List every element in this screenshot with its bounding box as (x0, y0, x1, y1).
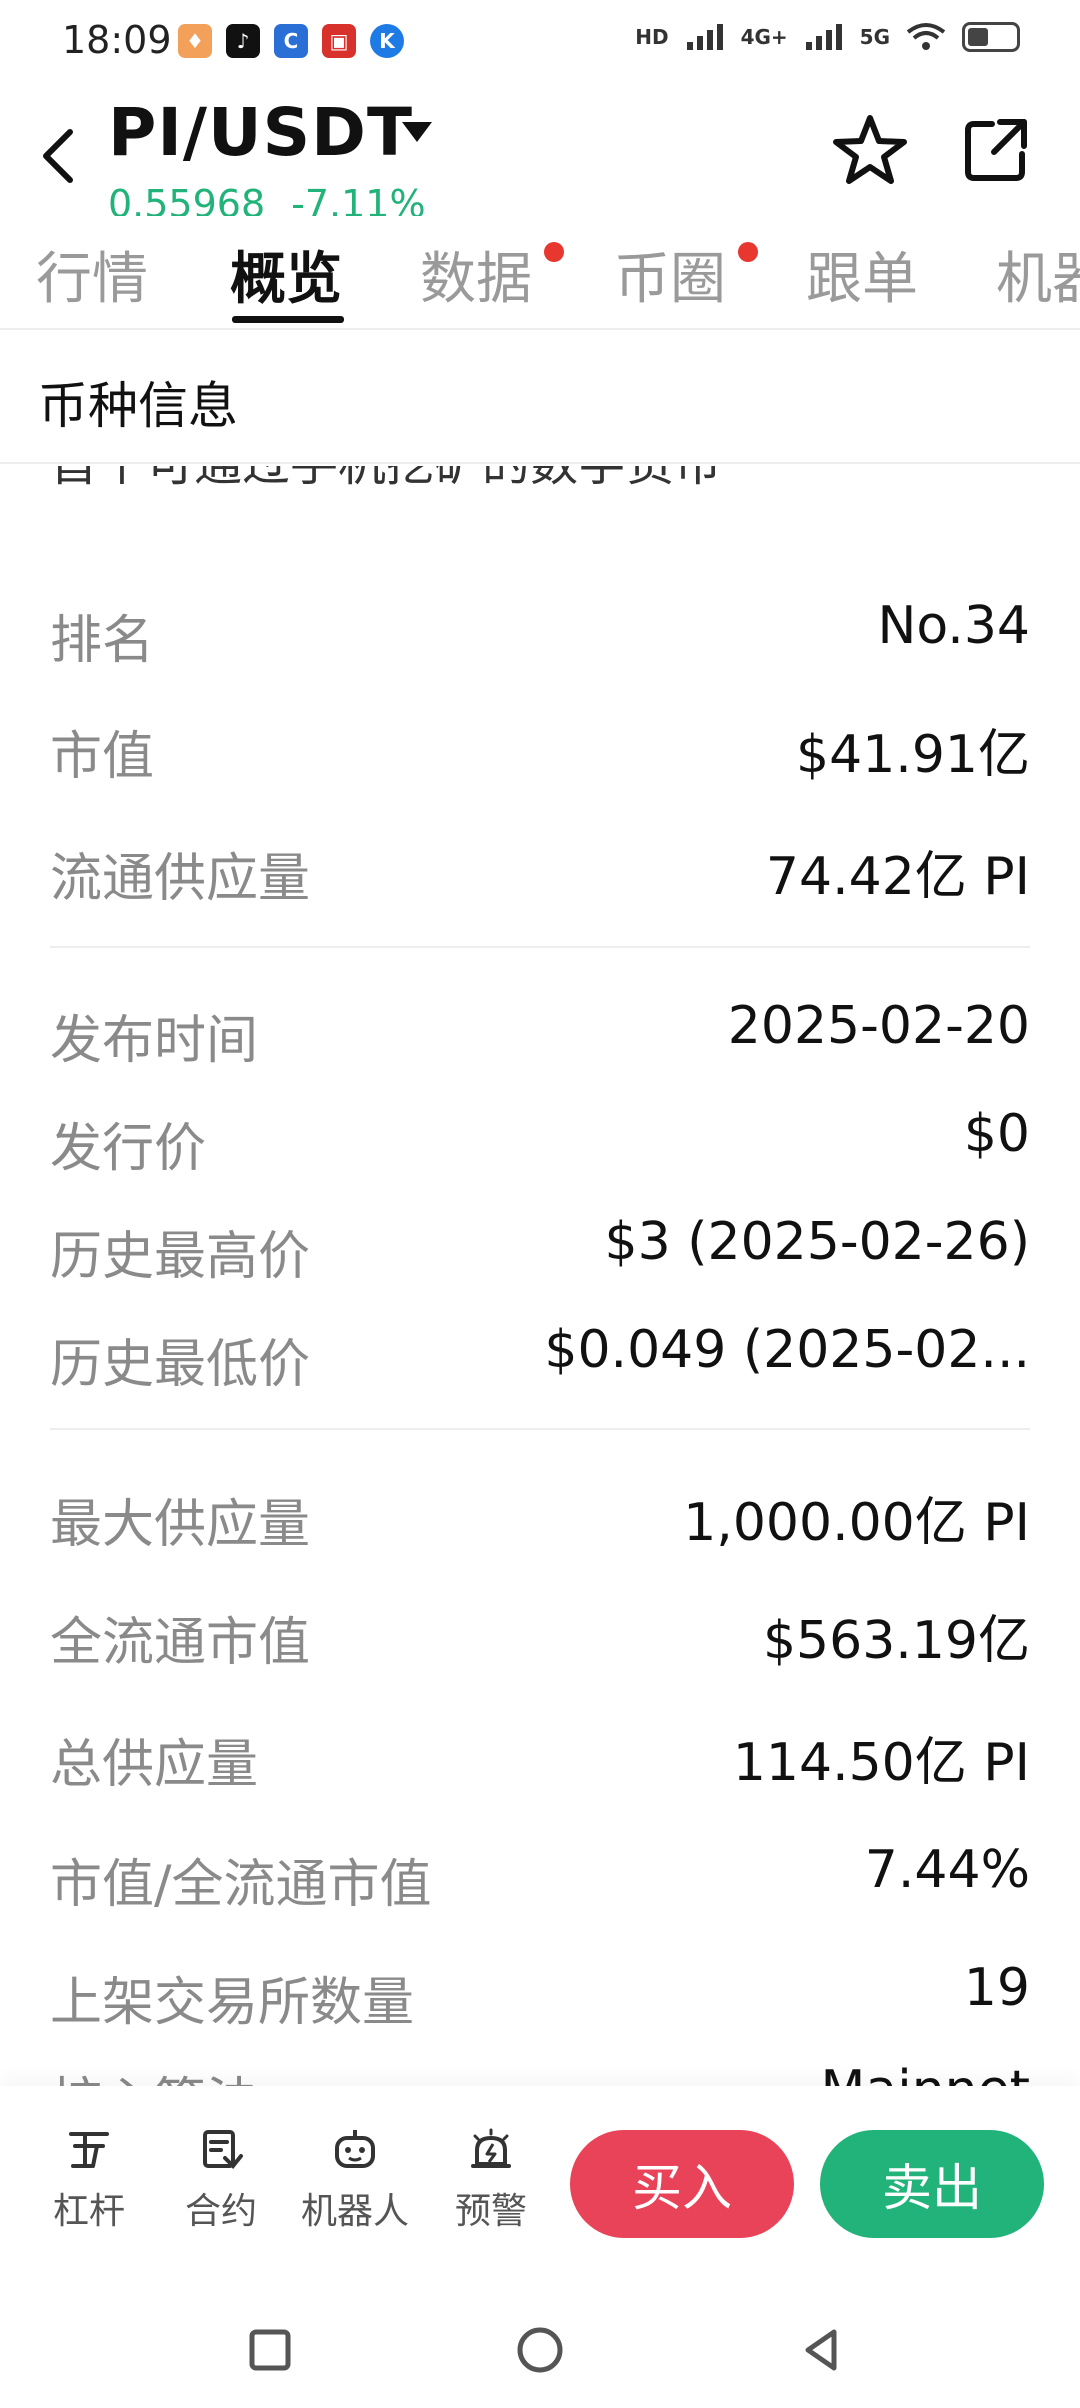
price-change: -7.11% (291, 182, 426, 216)
info-row-release-date: 发布时间 2025-02-20 (50, 984, 1030, 1071)
robot-icon (335, 2130, 375, 2168)
info-label: 总供应量 (50, 1735, 259, 1795)
star-icon[interactable] (830, 110, 910, 190)
wifi-icon (906, 23, 946, 50)
system-nav-bar (0, 2284, 1080, 2408)
leverage-icon (69, 2132, 109, 2168)
divider (50, 1428, 1030, 1430)
info-value: 1,000.00亿 PI (683, 1493, 1030, 1553)
status-app-icons: ♦ ♪ C ▣ K (178, 24, 404, 58)
battery-icon (962, 22, 1020, 52)
recent-apps-icon[interactable] (230, 2310, 310, 2390)
alarm-icon (471, 2128, 511, 2168)
info-label: 上架交易所数量 (50, 1973, 415, 2033)
tab-community[interactable]: 币圈 (614, 234, 726, 315)
info-value: 19 (963, 1958, 1030, 2018)
info-label: 全流通市值 (50, 1613, 311, 1673)
info-row-issue-price: 发行价 $0 (50, 1092, 1030, 1179)
contract-icon (203, 2130, 243, 2169)
info-label: 历史最低价 (50, 1335, 311, 1395)
tab-copy-trade[interactable]: 跟单 (806, 234, 918, 315)
price-line: 0.55968 -7.11% (108, 182, 452, 216)
info-value: No.34 (877, 596, 1031, 656)
info-label: 历史最高价 (50, 1227, 311, 1287)
info-label: 发行价 (50, 1119, 207, 1179)
last-price: 0.55968 (108, 182, 266, 216)
tab-bot[interactable]: 机器 (996, 234, 1080, 315)
info-value: $3 (2025-02-26) (604, 1212, 1030, 1272)
info-row-core-algorithm: 核心算法 Mainnet (50, 2060, 1030, 2086)
tab-community-badge (738, 242, 758, 262)
info-label: 最大供应量 (50, 1495, 311, 1555)
trade-toolbar: 杠杆 合约 机器人 预警 买入 卖出 (0, 2086, 1080, 2284)
tab-bar: 行情 概览 数据 币圈 跟单 机器 (0, 220, 1080, 330)
contract-label: 合约 (184, 2191, 257, 2232)
status-indicators: HD 4G+ 5G (635, 22, 1020, 52)
leverage-button[interactable]: 杠杆 (24, 2126, 154, 2256)
info-row-exchange-count: 上架交易所数量 19 (50, 1946, 1030, 2033)
info-value: 7.44% (864, 1840, 1030, 1900)
info-label: 排名 (50, 611, 155, 671)
info-row-fully-diluted-cap: 全流通市值 $563.19亿 (50, 1586, 1030, 1673)
section-title: 币种信息 (38, 377, 238, 435)
info-row-market-cap: 市值 $41.91亿 (50, 700, 1030, 787)
bank-app-icon: C (274, 24, 308, 58)
info-row-cap-ratio: 市值/全流通市值 7.44% (50, 1828, 1030, 1915)
active-tab-indicator (232, 316, 344, 323)
shopping-app-icon: ▣ (322, 24, 356, 58)
info-label: 发布时间 (50, 1011, 259, 1071)
info-row-rank: 排名 No.34 (50, 584, 1031, 671)
coin-info-list[interactable]: 首个可通过手机挖矿的数字货币 排名 No.34 市值 $41.91亿 流通供应量 74… (0, 466, 1080, 2086)
pair-header: PI/USDT 0.55968 -7.11% (0, 86, 1080, 216)
divider (50, 946, 1030, 948)
coin-description: 首个可通过手机挖矿的数字货币 (50, 466, 722, 494)
k-app-icon: K (370, 24, 404, 58)
info-value: Mainnet (821, 2060, 1030, 2086)
status-time: 18:09 (62, 18, 172, 62)
sell-button[interactable]: 卖出 (820, 2130, 1044, 2238)
info-label: 流通供应量 (50, 849, 311, 909)
info-value: 114.50亿 PI (732, 1733, 1030, 1793)
tab-market[interactable]: 行情 (36, 234, 148, 315)
back-arrow-icon[interactable] (28, 116, 88, 196)
info-row-total-supply: 总供应量 114.50亿 PI (50, 1708, 1030, 1795)
contract-button[interactable]: 合约 (156, 2126, 286, 2256)
info-value: 2025-02-20 (727, 996, 1030, 1056)
share-icon[interactable] (956, 110, 1036, 190)
info-value: $0 (963, 1104, 1030, 1164)
info-label: 核心算法 (50, 2060, 258, 2086)
status-bar: 18:09 ♦ ♪ C ▣ K HD 4G+ 5G (0, 0, 1080, 86)
leverage-label: 杠杆 (52, 2191, 125, 2232)
tiktok-icon: ♪ (226, 24, 260, 58)
info-row-all-time-low: 历史最低价 $0.049 (2025-02... (50, 1308, 1030, 1395)
signal-4g-icon (686, 24, 723, 50)
notification-app-icon: ♦ (178, 24, 212, 58)
coin-info-header: 币种信息 (0, 332, 1080, 464)
tab-overview[interactable]: 概览 (230, 234, 342, 315)
info-row-max-supply: 最大供应量 1,000.00亿 PI (50, 1468, 1030, 1555)
home-icon[interactable] (500, 2310, 580, 2390)
tab-data-badge (544, 242, 564, 262)
buy-button[interactable]: 买入 (570, 2130, 794, 2238)
hd-label: HD (635, 25, 669, 49)
alert-button[interactable]: 预警 (426, 2126, 556, 2256)
info-label: 市值/全流通市值 (50, 1855, 432, 1915)
signal-5g-icon (805, 24, 842, 50)
bot-label: 机器人 (300, 2191, 409, 2232)
4g-label: 4G+ (740, 25, 788, 49)
pair-title[interactable]: PI/USDT (108, 94, 413, 171)
info-row-circulating-supply: 流通供应量 74.42亿 PI (50, 822, 1030, 909)
alert-label: 预警 (454, 2191, 527, 2232)
tab-data[interactable]: 数据 (420, 234, 532, 315)
info-label: 市值 (50, 727, 155, 787)
5g-label: 5G (859, 25, 890, 49)
back-triangle-icon[interactable] (782, 2310, 862, 2390)
info-value: 74.42亿 PI (765, 847, 1030, 907)
caret-down-icon[interactable] (398, 114, 436, 152)
bot-button[interactable]: 机器人 (290, 2126, 420, 2256)
info-value: $41.91亿 (796, 725, 1030, 785)
info-value: $0.049 (2025-02... (544, 1320, 1030, 1380)
info-value: $563.19亿 (762, 1611, 1030, 1671)
info-row-all-time-high: 历史最高价 $3 (2025-02-26) (50, 1200, 1030, 1287)
